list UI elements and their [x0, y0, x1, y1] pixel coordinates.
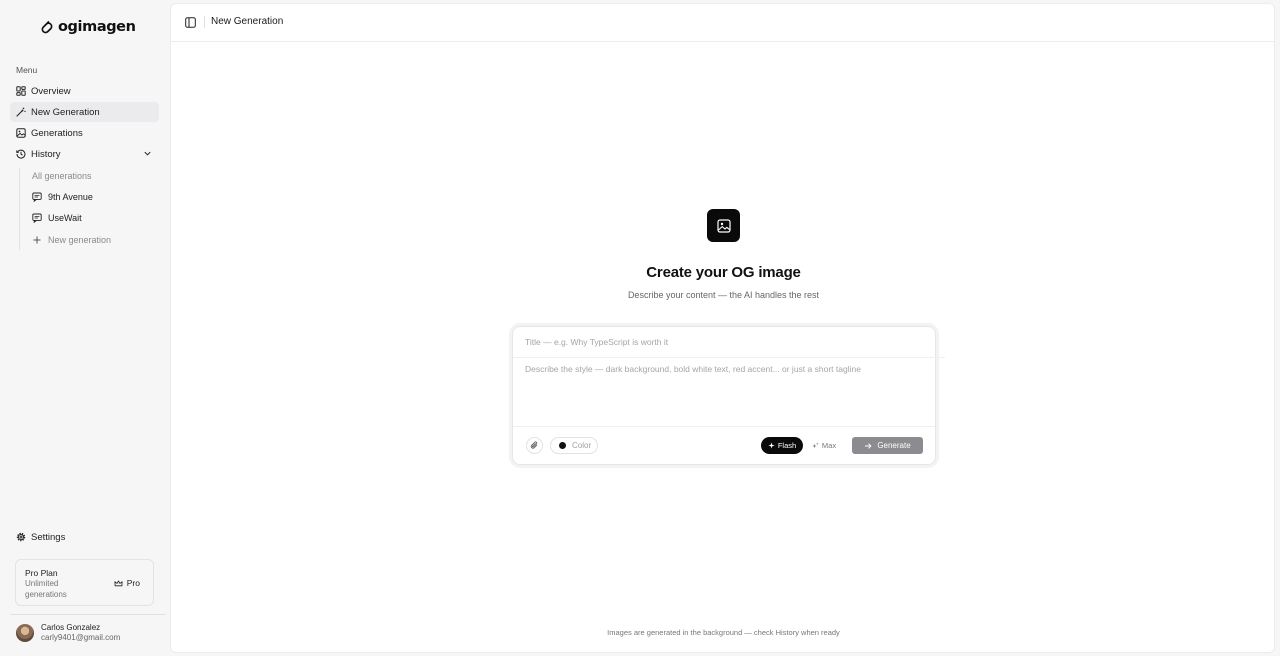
sidebar-item-label: New Generation — [31, 106, 100, 118]
logo-icon — [41, 20, 53, 34]
sidebar-item-label: Settings — [31, 531, 66, 543]
generate-label: Generate — [877, 441, 911, 450]
message-icon — [32, 192, 42, 202]
topbar-separator — [204, 16, 205, 28]
sparkles-icon — [812, 442, 819, 449]
mode-max-button[interactable]: Max — [805, 437, 843, 454]
new-generation-label: New generation — [48, 235, 112, 245]
history-tree-line — [19, 168, 20, 250]
app-logo[interactable]: ogimagen — [40, 19, 136, 35]
mode-flash-button[interactable]: Flash — [761, 437, 803, 454]
user-email: carly9401@gmail.com — [41, 633, 121, 642]
hero-image-icon — [707, 209, 740, 242]
history-new-generation[interactable]: New generation — [27, 231, 111, 249]
history-all-generations[interactable]: All generations — [27, 167, 92, 185]
plan-description: Unlimited generations — [25, 579, 67, 599]
sidebar-item-settings[interactable]: Settings — [10, 527, 159, 547]
attach-button[interactable] — [526, 437, 543, 454]
generate-button[interactable]: Generate — [852, 437, 923, 454]
user-name: Carlos Gonzalez — [41, 623, 101, 632]
page-title: New Generation — [211, 16, 284, 27]
plan-badge-label: Pro — [126, 578, 140, 588]
grid-icon — [16, 86, 26, 96]
crown-icon — [114, 580, 123, 586]
sidebar-item-label: Overview — [31, 85, 71, 97]
history-item[interactable]: 9th Avenue — [27, 188, 93, 206]
sidebar-toggle-icon[interactable] — [185, 17, 196, 28]
composer-divider — [513, 426, 935, 427]
color-label: Color — [572, 441, 592, 450]
app-name: ogimagen — [58, 19, 136, 35]
history-item-label: UseWait — [48, 213, 82, 223]
sidebar-item-overview[interactable]: Overview — [10, 81, 159, 101]
history-item-label: 9th Avenue — [48, 192, 93, 202]
hero-subtitle: Describe your content — the AI handles t… — [627, 290, 820, 300]
plus-icon — [32, 235, 42, 245]
sidebar: ogimagen Menu Overview New Generation Ge… — [0, 0, 170, 656]
style-description-input[interactable] — [513, 364, 935, 424]
message-icon — [32, 213, 42, 223]
color-swatch — [559, 442, 566, 449]
sidebar-item-history[interactable]: History — [10, 144, 159, 164]
avatar — [16, 624, 34, 642]
plan-title: Pro Plan — [25, 568, 58, 578]
color-picker-button[interactable]: Color — [550, 437, 598, 454]
mode-max-label: Max — [821, 441, 837, 450]
sparkle-icon — [768, 442, 775, 449]
wand-icon — [16, 107, 26, 117]
history-item[interactable]: UseWait — [27, 209, 82, 227]
chevron-down-icon[interactable] — [143, 149, 152, 158]
user-profile[interactable]: Carlos Gonzalez carly9401@gmail.com — [16, 623, 120, 643]
menu-section-label: Menu — [16, 65, 38, 75]
topbar: New Generation — [171, 4, 1274, 42]
image-icon — [16, 128, 26, 138]
main-panel: New Generation Create your OG image Desc… — [170, 3, 1275, 653]
gear-icon — [16, 532, 26, 542]
plan-badge: Pro — [114, 578, 140, 588]
sidebar-item-new-generation[interactable]: New Generation — [10, 102, 159, 122]
history-icon — [16, 149, 26, 159]
hero-title: Create your OG image — [646, 264, 801, 281]
mode-flash-label: Flash — [777, 441, 797, 450]
sidebar-item-label: History — [31, 148, 61, 160]
sidebar-divider — [10, 614, 166, 615]
sidebar-item-label: Generations — [31, 127, 83, 139]
generation-composer: Color Flash Max Generate — [512, 326, 945, 465]
arrow-right-icon — [865, 442, 872, 449]
paperclip-icon — [530, 441, 538, 449]
plan-card[interactable]: Pro Plan Unlimited generations Pro — [15, 559, 154, 606]
sidebar-item-generations[interactable]: Generations — [10, 123, 159, 143]
background-generation-note: Images are generated in the background —… — [607, 628, 840, 637]
title-input[interactable] — [513, 327, 945, 358]
